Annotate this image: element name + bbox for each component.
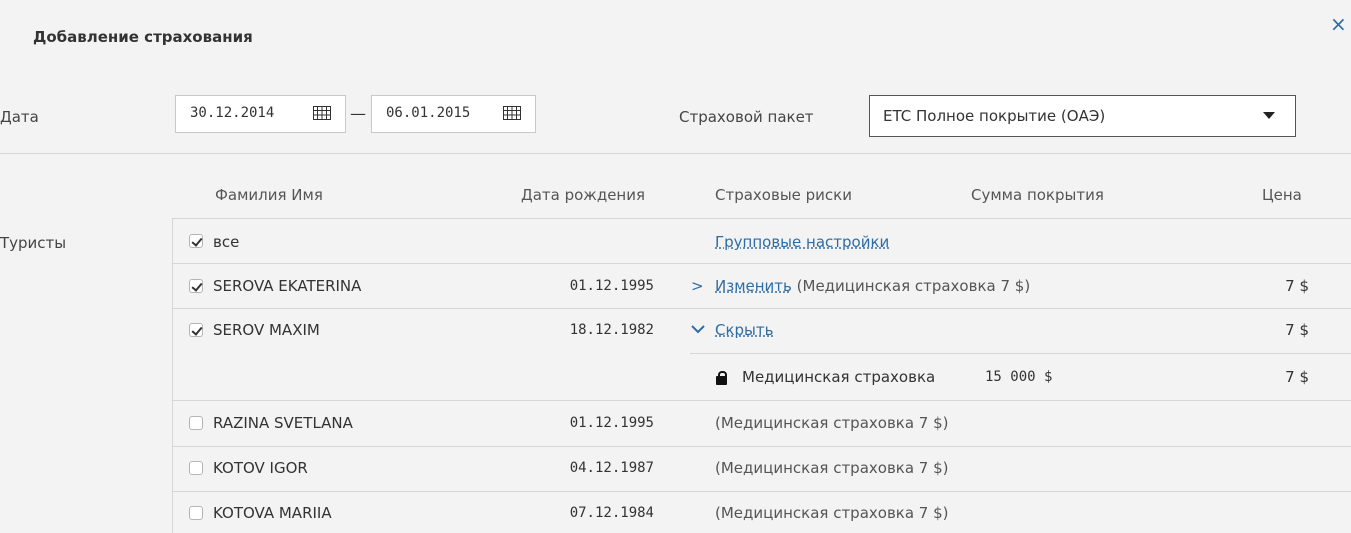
risk-summary: (Медицинская страховка 7 $) <box>715 504 949 522</box>
chevron-down-icon <box>1263 112 1275 119</box>
grid-line <box>172 218 173 533</box>
tourist-dob: 01.12.1995 <box>569 415 654 431</box>
package-value: ETC Полное покрытие (ОАЭ) <box>883 107 1106 125</box>
row-divider <box>172 446 1351 447</box>
date-from-field[interactable]: 30.12.2014 <box>175 95 346 133</box>
tourist-dob: 07.12.1984 <box>569 505 654 521</box>
chevron-down-icon[interactable] <box>691 324 705 334</box>
detail-coverage: 15 000 $ <box>985 369 1053 385</box>
select-all-checkbox[interactable] <box>189 234 203 248</box>
risk-summary: (Медицинская страховка 7 $) <box>715 459 949 477</box>
row-checkbox[interactable] <box>189 461 203 475</box>
date-to-value: 06.01.2015 <box>386 105 471 121</box>
header-price: Цена <box>1262 186 1302 204</box>
select-all-label: все <box>213 233 240 251</box>
header-dob: Дата рождения <box>521 186 645 204</box>
close-icon[interactable]: × <box>1330 14 1347 34</box>
group-settings-link[interactable]: Групповые настройки <box>715 233 889 251</box>
insurance-dialog: Добавление страхования × Дата 30.12.2014… <box>0 0 1351 533</box>
row-checkbox[interactable] <box>189 279 203 293</box>
header-name: Фамилия Имя <box>215 186 323 204</box>
row-divider <box>172 218 1351 219</box>
lock-icon <box>716 371 727 385</box>
row-divider <box>690 353 1351 354</box>
row-divider <box>172 308 1351 309</box>
tourists-label: Туристы <box>0 234 67 252</box>
package-label: Страховой пакет <box>679 108 814 126</box>
tourist-name: SEROVA EKATERINA <box>213 277 362 295</box>
tourist-dob: 18.12.1982 <box>569 322 654 338</box>
tourist-dob: 01.12.1995 <box>569 278 654 294</box>
date-separator: — <box>350 104 366 123</box>
row-checkbox[interactable] <box>189 323 203 337</box>
dialog-title: Добавление страхования <box>33 28 253 46</box>
row-checkbox[interactable] <box>189 416 203 430</box>
tourist-dob: 04.12.1987 <box>569 460 654 476</box>
row-divider <box>172 400 1351 401</box>
edit-link[interactable]: Изменить <box>715 277 792 295</box>
header-coverage: Сумма покрытия <box>971 186 1104 204</box>
tourist-name: SEROV MAXIM <box>213 321 320 339</box>
row-divider <box>172 263 1351 264</box>
package-select[interactable]: ETC Полное покрытие (ОАЭ) <box>869 95 1296 137</box>
detail-risk: Медицинская страховка <box>742 368 936 386</box>
row-price: 7 $ <box>1285 277 1309 295</box>
tourist-name: KOTOVA MARIIA <box>213 504 332 522</box>
date-from-value: 30.12.2014 <box>190 105 275 121</box>
row-price: 7 $ <box>1285 321 1309 339</box>
tourist-name: KOTOV IGOR <box>213 459 308 477</box>
divider <box>0 153 1351 154</box>
calendar-icon[interactable] <box>503 106 521 120</box>
risk-summary: (Медицинская страховка 7 $) <box>715 414 949 432</box>
date-to-field[interactable]: 06.01.2015 <box>371 95 536 133</box>
hide-link[interactable]: Скрыть <box>715 321 773 339</box>
calendar-icon[interactable] <box>313 106 331 120</box>
chevron-right-icon[interactable]: > <box>691 277 704 295</box>
detail-price: 7 $ <box>1285 368 1309 386</box>
header-risks: Страховые риски <box>715 186 852 204</box>
date-label: Дата <box>0 108 39 126</box>
risk-summary: (Медицинская страховка 7 $) <box>796 277 1031 295</box>
row-divider <box>172 491 1351 492</box>
row-checkbox[interactable] <box>189 506 203 520</box>
tourist-name: RAZINA SVETLANA <box>213 414 353 432</box>
